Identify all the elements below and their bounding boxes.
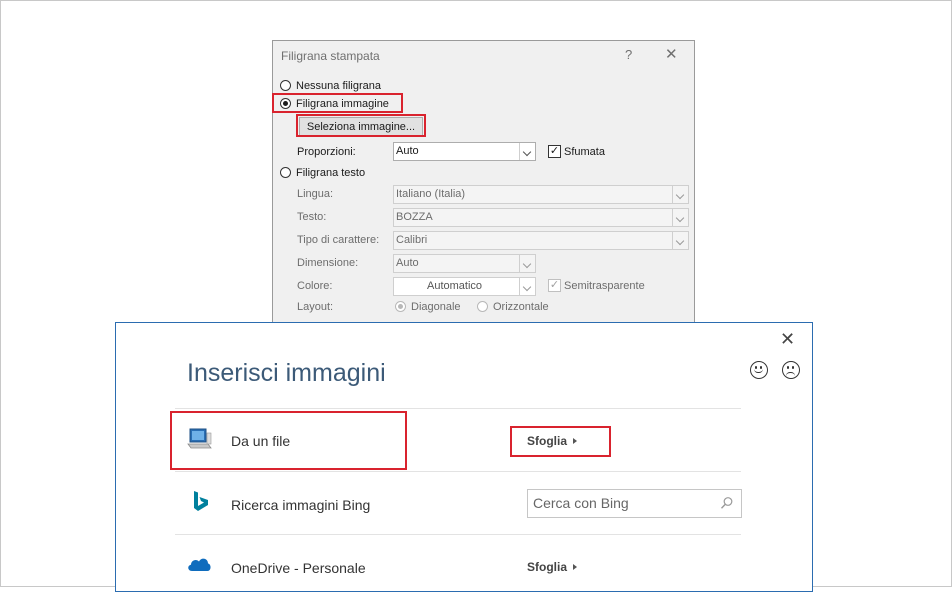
language-select[interactable]: Italiano (Italia)	[393, 185, 689, 204]
highlight-from-file	[170, 411, 407, 470]
watermark-dialog: Filigrana stampata ? ✕ Nessuna filigrana…	[272, 40, 695, 340]
font-value: Calibri	[396, 234, 428, 246]
chevron-down-icon	[519, 143, 535, 160]
font-label: Tipo di carattere:	[297, 234, 380, 246]
language-label: Lingua:	[297, 188, 334, 200]
color-value: Automatico	[427, 280, 483, 292]
bing-icon	[194, 491, 208, 511]
frown-icon[interactable]	[782, 361, 800, 379]
language-value: Italiano (Italia)	[396, 188, 466, 200]
diagonal-label: Diagonale	[411, 301, 461, 313]
size-label: Dimensione:	[297, 257, 359, 269]
chevron-down-icon	[672, 186, 688, 203]
diagonal-radio[interactable]	[395, 301, 406, 312]
highlight-picture-watermark	[272, 93, 403, 113]
chevron-down-icon	[672, 232, 688, 249]
text-watermark-radio[interactable]	[280, 167, 291, 178]
separator	[175, 471, 741, 472]
watermark-dialog-title: Filigrana stampata	[281, 49, 380, 63]
text-value: BOZZA	[396, 211, 433, 223]
search-icon[interactable]	[720, 496, 734, 510]
text-watermark-label: Filigrana testo	[296, 167, 366, 179]
triangle-right-icon	[573, 564, 578, 570]
chevron-down-icon	[519, 278, 535, 295]
size-value: Auto	[396, 257, 419, 269]
horizontal-radio[interactable]	[477, 301, 488, 312]
chevron-down-icon	[672, 209, 688, 226]
no-watermark-radio[interactable]	[280, 80, 291, 91]
layout-label: Layout:	[297, 301, 334, 313]
smile-icon[interactable]	[750, 361, 768, 379]
onedrive-label: OneDrive - Personale	[231, 560, 366, 576]
bing-search-box[interactable]	[527, 489, 742, 518]
text-select[interactable]: BOZZA	[393, 208, 689, 227]
color-select[interactable]: Automatico	[393, 277, 536, 296]
close-icon[interactable]: ✕	[665, 45, 678, 63]
scale-label: Proporzioni:	[297, 146, 356, 158]
bing-search-label: Ricerca immagini Bing	[231, 497, 371, 513]
insert-pictures-title: Inserisci immagini	[187, 359, 386, 387]
onedrive-icon	[188, 558, 211, 571]
chevron-down-icon	[519, 255, 535, 272]
close-icon[interactable]: ✕	[780, 329, 795, 350]
no-watermark-label: Nessuna filigrana	[296, 80, 381, 92]
size-select[interactable]: Auto	[393, 254, 536, 273]
washout-checkbox[interactable]: ✓	[548, 145, 561, 158]
highlight-select-picture	[296, 114, 426, 137]
browse-onedrive-link[interactable]: Sfoglia	[527, 560, 578, 574]
font-select[interactable]: Calibri	[393, 231, 689, 250]
bing-search-input[interactable]	[533, 495, 713, 511]
separator	[175, 534, 741, 535]
scale-value: Auto	[396, 145, 419, 157]
scale-select[interactable]: Auto	[393, 142, 536, 161]
semitransparent-label: Semitrasparente	[564, 280, 645, 292]
browse-onedrive-text: Sfoglia	[527, 560, 568, 574]
semitransparent-checkbox[interactable]: ✓	[548, 279, 561, 292]
help-button[interactable]: ?	[625, 47, 632, 62]
horizontal-label: Orizzontale	[493, 301, 549, 313]
highlight-browse	[510, 426, 611, 457]
separator	[175, 408, 741, 409]
washout-label: Sfumata	[564, 146, 605, 158]
color-label: Colore:	[297, 280, 333, 292]
text-label: Testo:	[297, 211, 327, 223]
